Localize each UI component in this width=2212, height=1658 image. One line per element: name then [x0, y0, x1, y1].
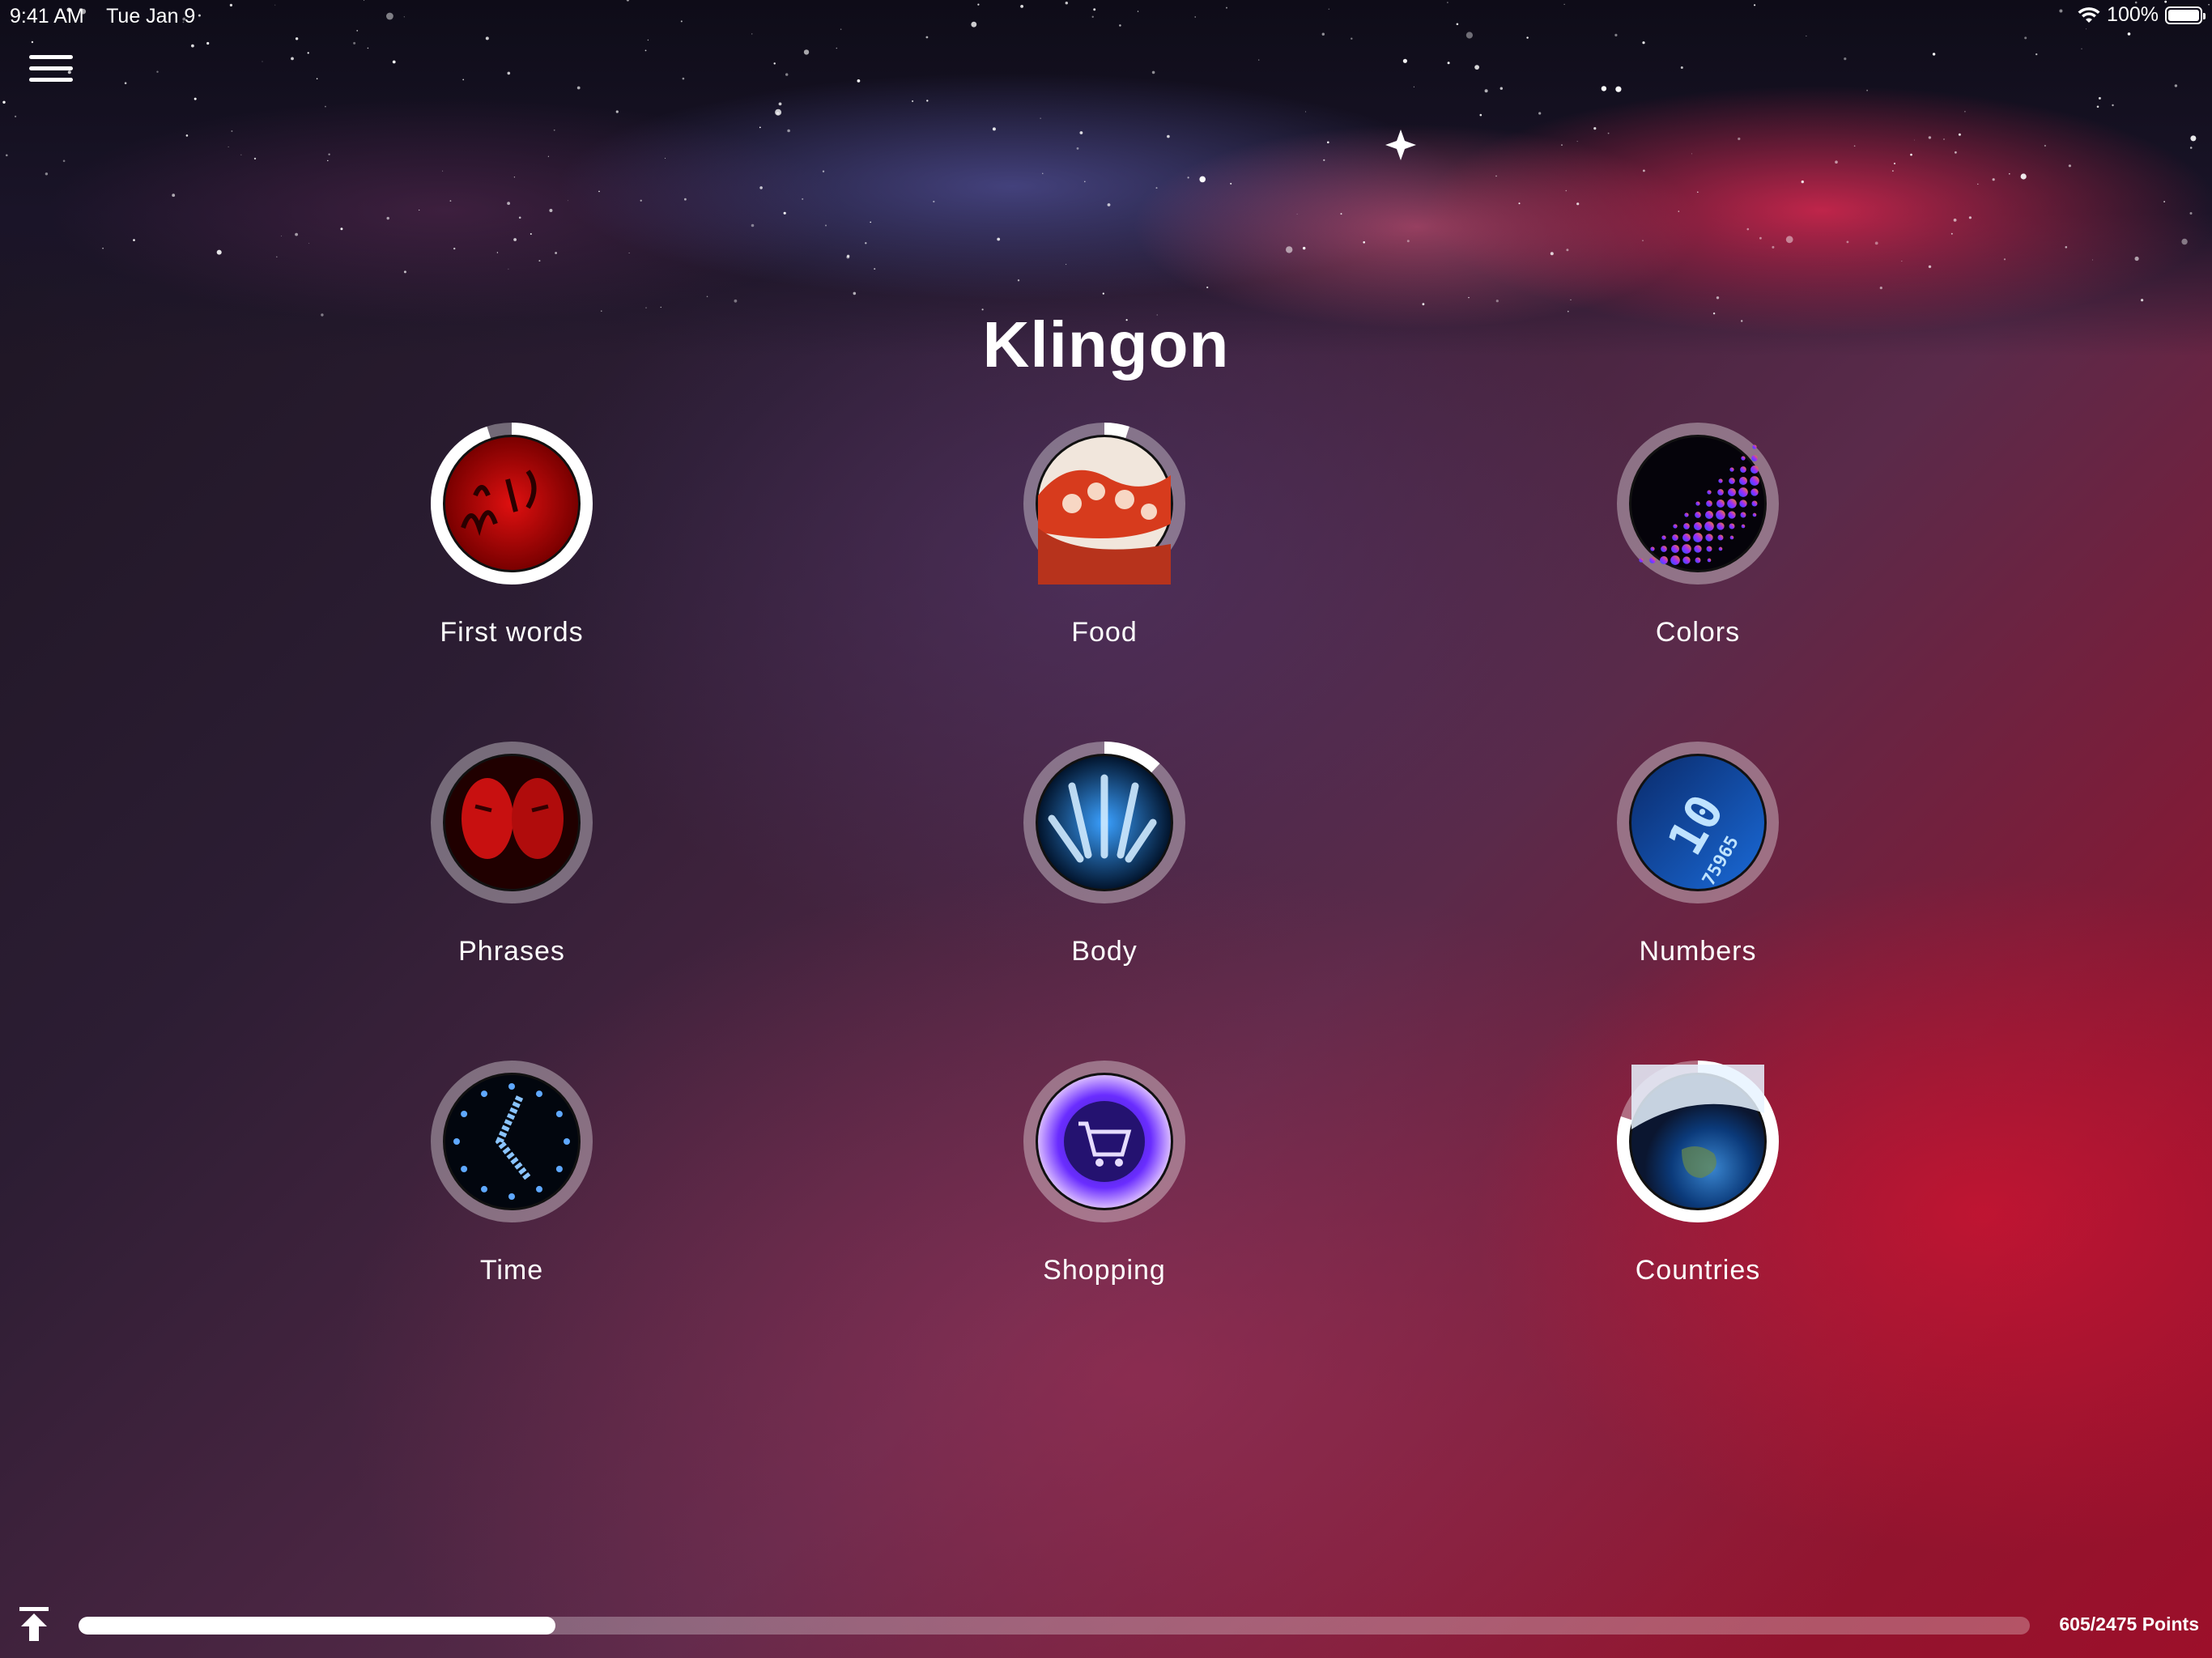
points-progress-bar — [79, 1617, 2030, 1635]
status-indicators: 100% — [2078, 3, 2206, 27]
category-progress-ring: 1075965 — [1617, 742, 1779, 903]
category-label: Time — [479, 1255, 544, 1286]
category-progress-ring — [1023, 742, 1185, 903]
category-label: Countries — [1635, 1255, 1761, 1286]
battery-icon — [2165, 6, 2206, 24]
category-label: Phrases — [458, 936, 565, 967]
category-first-words[interactable]: First words — [342, 421, 682, 648]
category-progress-ring — [1023, 1061, 1185, 1222]
category-food[interactable]: Food — [934, 421, 1274, 648]
footer: 605/2475 Points — [0, 1599, 2212, 1647]
category-progress-ring — [431, 742, 593, 903]
earth-icon — [1631, 1065, 1764, 1208]
category-label: Food — [1071, 617, 1138, 648]
category-label: Body — [1071, 936, 1138, 967]
shopping-cart-icon — [1038, 1075, 1171, 1208]
category-label: Shopping — [1043, 1255, 1166, 1286]
octopus-food-icon — [1038, 437, 1171, 585]
xray-hand-icon — [1038, 756, 1171, 889]
category-progress-ring — [431, 423, 593, 585]
clock-icon — [445, 1075, 578, 1208]
wifi-icon — [2078, 6, 2100, 23]
category-progress-ring — [1617, 1061, 1779, 1222]
digital-numbers-icon: 1075965 — [1631, 756, 1764, 889]
colorful-dots-icon — [1631, 437, 1764, 570]
category-shopping[interactable]: Shopping — [934, 1059, 1274, 1286]
category-label: Colors — [1655, 617, 1741, 648]
category-body[interactable]: Body — [934, 740, 1274, 967]
scroll-to-top-icon[interactable] — [16, 1605, 52, 1644]
category-progress-ring — [1023, 423, 1185, 585]
category-numbers[interactable]: 10 75965 Numbers — [1528, 740, 1868, 967]
points-label: 605/2475 Points — [2059, 1613, 2199, 1635]
category-label: Numbers — [1639, 936, 1757, 967]
category-time[interactable]: Time — [342, 1059, 682, 1286]
status-time: 9:41 AM — [10, 5, 84, 28]
category-progress-ring — [431, 1061, 593, 1222]
points-progress-fill — [79, 1617, 555, 1635]
status-time-date: 9:41 AM Tue Jan 9 — [10, 5, 195, 28]
category-colors[interactable]: Colors — [1528, 421, 1868, 648]
status-date: Tue Jan 9 — [106, 5, 196, 28]
status-bar: 9:41 AM Tue Jan 9 100% — [0, 0, 2212, 32]
starfield — [2, 0, 2210, 322]
category-countries[interactable]: Countries — [1528, 1059, 1868, 1286]
faces-icon — [445, 756, 578, 889]
red-script-icon — [445, 437, 578, 570]
category-progress-ring — [1617, 423, 1779, 585]
battery-percent: 100% — [2107, 3, 2159, 26]
menu-icon[interactable] — [29, 55, 78, 91]
category-phrases[interactable]: Phrases — [342, 740, 682, 967]
page-title: Klingon — [982, 308, 1230, 380]
category-label: First words — [440, 617, 584, 648]
